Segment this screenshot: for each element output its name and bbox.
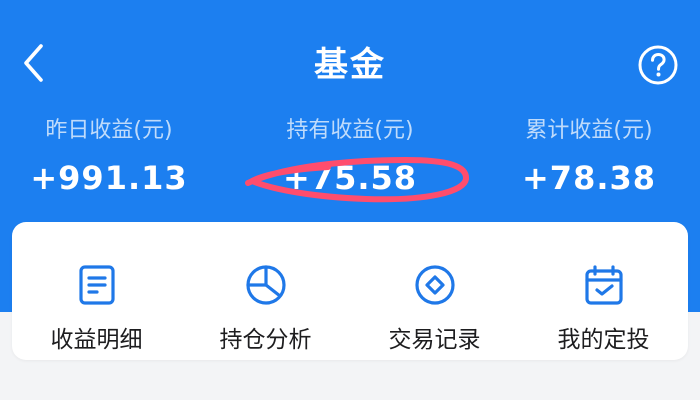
fund-actions-card: 收益明细 持仓分析 交易记录 我的定投 [12, 222, 688, 360]
yesterday-earnings-label: 昨日收益(元) [45, 118, 173, 143]
transaction-records-icon-wrap [411, 261, 459, 309]
diamond-circle-icon [415, 265, 455, 305]
earnings-detail-button[interactable]: 收益明细 [12, 222, 181, 360]
total-earnings-label: 累计收益(元) [525, 118, 653, 143]
my-auto-invest-label: 我的定投 [557, 327, 650, 353]
question-circle-icon [638, 45, 678, 85]
yesterday-earnings[interactable]: 昨日收益(元) +991.13 [0, 114, 224, 198]
chevron-left-icon [24, 44, 43, 82]
holding-analysis-label: 持仓分析 [219, 327, 312, 353]
earnings-detail-icon-wrap [73, 261, 121, 309]
transaction-records-label: 交易记录 [388, 327, 481, 353]
holding-earnings-value: +75.58 [282, 159, 418, 197]
fund-screen: 基金 昨日收益(元) +991.13 持有收益(元) +75.58 累计收益(元… [0, 0, 700, 400]
yesterday-earnings-value: +991.13 [30, 159, 188, 197]
total-earnings-value: +78.38 [521, 159, 657, 197]
my-auto-invest-icon-wrap [580, 261, 628, 309]
back-button[interactable] [14, 40, 54, 86]
earnings-detail-label: 收益明细 [50, 327, 143, 353]
pie-chart-icon [246, 265, 286, 305]
calendar-check-icon [585, 265, 623, 305]
holding-earnings-label: 持有收益(元) [286, 118, 414, 143]
document-list-icon [79, 265, 115, 305]
holding-analysis-icon-wrap [242, 261, 290, 309]
transaction-records-button[interactable]: 交易记录 [350, 222, 519, 360]
total-earnings[interactable]: 累计收益(元) +78.38 [474, 114, 700, 198]
my-auto-invest-button[interactable]: 我的定投 [519, 222, 688, 360]
help-button[interactable] [635, 42, 681, 88]
holding-earnings[interactable]: 持有收益(元) +75.58 [235, 114, 465, 198]
holding-analysis-button[interactable]: 持仓分析 [181, 222, 350, 360]
earnings-summary: 昨日收益(元) +991.13 持有收益(元) +75.58 累计收益(元) +… [0, 114, 700, 210]
